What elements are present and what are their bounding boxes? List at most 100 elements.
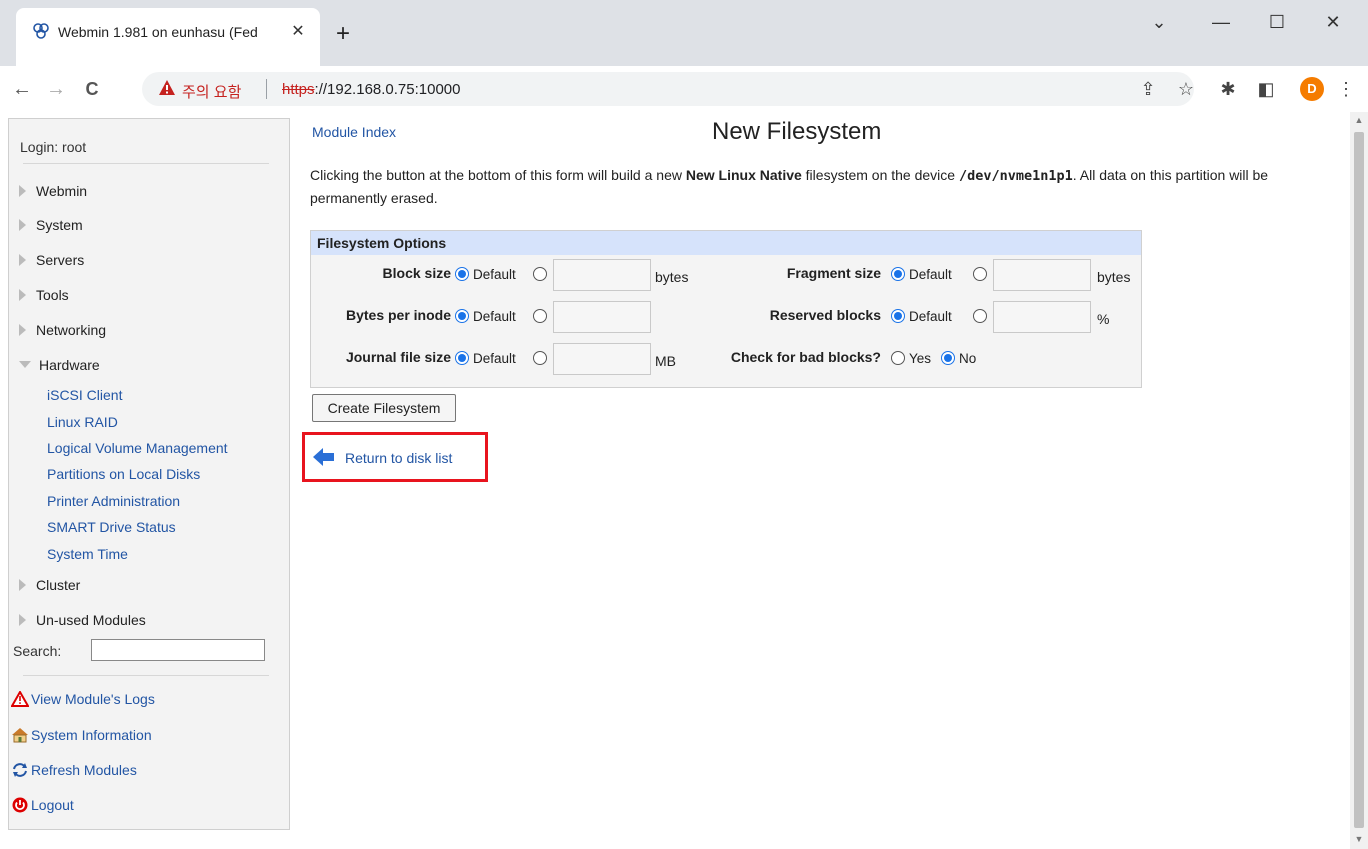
fragment-size-label: Fragment size — [786, 265, 881, 281]
sidebar-cat-webmin[interactable]: Webmin — [19, 183, 87, 199]
reserved-blocks-default-label: Default — [909, 309, 952, 324]
browser-tabbar: Webmin 1.981 on eunhasu (Fed ✕ + ⌄ — ☐ ✕ — [0, 0, 1368, 66]
reload-button[interactable]: C — [80, 78, 104, 100]
options-header: Filesystem Options — [311, 231, 1141, 255]
sidebar-mod-printer-admin[interactable]: Printer Administration — [47, 493, 180, 509]
journal-size-default-radio[interactable] — [455, 351, 469, 365]
page-scrollbar[interactable]: ▲ ▼ — [1350, 112, 1368, 849]
logout-link[interactable]: Logout — [11, 797, 74, 813]
url-scheme: https — [282, 81, 315, 98]
sidebar-mod-partitions[interactable]: Partitions on Local Disks — [47, 466, 200, 482]
power-icon — [12, 797, 28, 813]
sidebar-cat-servers[interactable]: Servers — [19, 252, 84, 268]
sidebar-cat-unused-modules[interactable]: Un-used Modules — [19, 612, 146, 628]
sidebar-mod-linux-raid[interactable]: Linux RAID — [47, 414, 118, 430]
block-size-default-label: Default — [473, 267, 516, 282]
sidebar-cat-hardware[interactable]: Hardware — [19, 357, 100, 373]
expand-triangle-icon — [19, 579, 26, 591]
view-module-logs-link[interactable]: View Module's Logs — [10, 689, 155, 707]
fragment-size-input[interactable] — [993, 259, 1091, 291]
block-size-label: Block size — [382, 265, 451, 281]
expand-triangle-icon — [19, 614, 26, 626]
back-button[interactable]: ← — [10, 78, 34, 100]
sidebar-cat-tools[interactable]: Tools — [19, 287, 69, 303]
url-host: ://192.168.0.75:10000 — [314, 81, 461, 98]
browser-toolbar: ← → C 주의 요함 https://192.168.0.75:10000 ⇪… — [0, 66, 1368, 113]
journal-size-custom-radio[interactable] — [533, 351, 547, 365]
expand-triangle-icon — [19, 324, 26, 336]
forward-button[interactable]: → — [44, 78, 68, 100]
extensions-icon[interactable]: ✱ — [1216, 78, 1240, 100]
reserved-blocks-custom-radio[interactable] — [973, 309, 987, 323]
star-icon[interactable]: ☆ — [1174, 78, 1198, 100]
page-description: Clicking the button at the bottom of thi… — [310, 167, 1269, 206]
sidebar-divider — [23, 675, 269, 676]
page-content: Login: root Webmin System Servers Tools … — [0, 112, 1368, 849]
new-tab-button[interactable]: + — [336, 22, 350, 46]
maximize-button[interactable]: ☐ — [1262, 12, 1292, 33]
bytes-per-inode-label: Bytes per inode — [345, 307, 451, 323]
journal-size-default-label: Default — [473, 351, 516, 366]
sidebar-cat-system[interactable]: System — [19, 217, 83, 233]
fragment-size-default-radio[interactable] — [891, 267, 905, 281]
webmin-sidebar: Login: root Webmin System Servers Tools … — [8, 118, 290, 830]
search-label: Search: — [13, 643, 62, 659]
system-information-link[interactable]: System Information — [11, 727, 152, 743]
bytes-per-inode-custom-radio[interactable] — [533, 309, 547, 323]
sidebar-mod-system-time[interactable]: System Time — [47, 546, 128, 562]
create-filesystem-button[interactable]: Create Filesystem — [312, 394, 456, 422]
journal-size-input[interactable] — [553, 343, 651, 375]
omnibox-separator — [266, 79, 267, 99]
filesystem-type: New Linux Native — [685, 167, 802, 183]
menu-icon[interactable]: ⋮ — [1334, 78, 1358, 100]
sidebar-mod-smart-status[interactable]: SMART Drive Status — [47, 519, 176, 535]
bytes-per-inode-default-label: Default — [473, 309, 516, 324]
security-warning[interactable]: 주의 요함 — [182, 81, 241, 102]
expand-triangle-icon — [19, 254, 26, 266]
tab-search-icon[interactable]: ⌄ — [1144, 12, 1174, 33]
fragment-size-custom-radio[interactable] — [973, 267, 987, 281]
left-arrow-icon[interactable] — [313, 447, 335, 467]
device-path: /dev/nvme1n1p1 — [958, 168, 1073, 184]
bad-blocks-yes-label: Yes — [909, 351, 932, 366]
minimize-button[interactable]: — — [1206, 12, 1236, 33]
profile-avatar[interactable]: D — [1300, 77, 1324, 101]
sidebar-mod-lvm[interactable]: Logical Volume Management — [47, 440, 228, 456]
fragment-size-default-label: Default — [909, 267, 952, 282]
block-size-custom-radio[interactable] — [533, 267, 547, 281]
bytes-per-inode-default-radio[interactable] — [455, 309, 469, 323]
sidebar-divider — [23, 163, 269, 164]
bad-blocks-no-radio[interactable] — [941, 351, 955, 365]
sidebar-mod-iscsi-client[interactable]: iSCSI Client — [47, 387, 122, 403]
refresh-modules-link[interactable]: Refresh Modules — [11, 762, 137, 778]
reserved-blocks-default-radio[interactable] — [891, 309, 905, 323]
tab-close-icon[interactable]: ✕ — [288, 22, 308, 42]
journal-size-label: Journal file size — [345, 349, 451, 365]
block-size-input[interactable] — [553, 259, 651, 291]
scroll-down-arrow-icon[interactable]: ▼ — [1354, 834, 1364, 844]
bytes-per-inode-input[interactable] — [553, 301, 651, 333]
sidepanel-icon[interactable]: ◧ — [1254, 78, 1278, 100]
page-title: New Filesystem — [712, 118, 882, 145]
warning-icon — [159, 80, 175, 95]
scroll-thumb[interactable] — [1354, 132, 1364, 828]
share-icon[interactable]: ⇪ — [1136, 78, 1160, 100]
reserved-blocks-unit: % — [1097, 311, 1110, 327]
reserved-blocks-input[interactable] — [993, 301, 1091, 333]
bad-blocks-label: Check for bad blocks? — [730, 349, 881, 365]
bad-blocks-yes-radio[interactable] — [891, 351, 905, 365]
block-size-default-radio[interactable] — [455, 267, 469, 281]
return-to-disk-list-link[interactable]: Return to disk list — [345, 450, 452, 466]
close-window-button[interactable]: ✕ — [1318, 12, 1348, 33]
url-text[interactable]: https://192.168.0.75:10000 — [282, 81, 461, 98]
module-index-link[interactable]: Module Index — [312, 124, 396, 140]
search-input[interactable] — [91, 639, 265, 661]
sidebar-cat-cluster[interactable]: Cluster — [19, 577, 80, 593]
reserved-blocks-label: Reserved blocks — [769, 307, 881, 323]
browser-tab[interactable]: Webmin 1.981 on eunhasu (Fed ✕ — [16, 8, 320, 66]
sidebar-cat-networking[interactable]: Networking — [19, 322, 106, 338]
refresh-icon — [13, 763, 27, 777]
fragment-size-unit: bytes — [1097, 269, 1131, 285]
scroll-up-arrow-icon[interactable]: ▲ — [1354, 115, 1364, 125]
address-bar[interactable]: 주의 요함 https://192.168.0.75:10000 — [142, 72, 1194, 106]
